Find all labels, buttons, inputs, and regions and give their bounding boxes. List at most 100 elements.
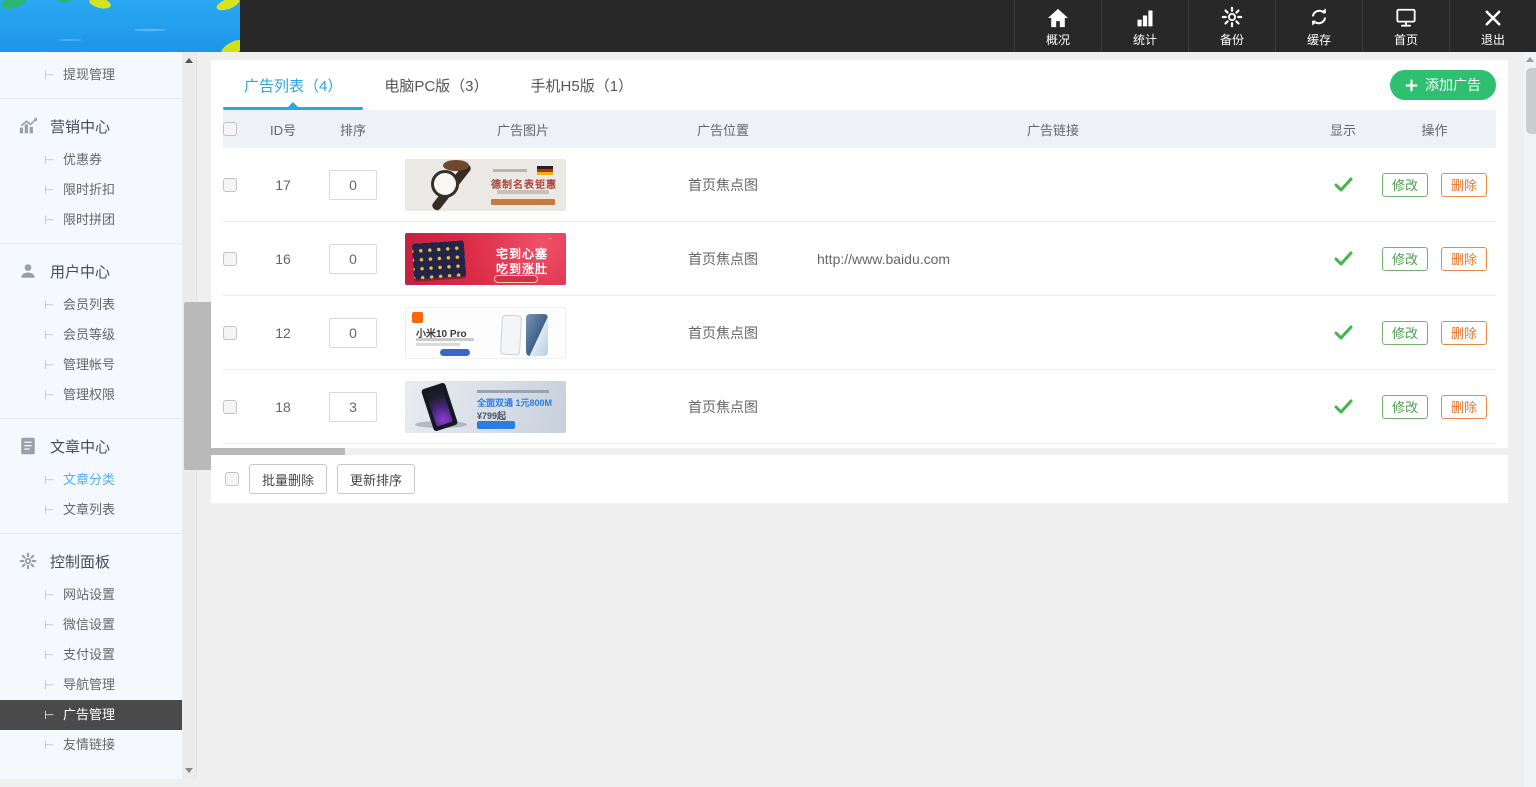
- topbar: 概况 统计 备份: [0, 0, 1536, 52]
- delete-button[interactable]: 删除: [1441, 395, 1487, 419]
- tab-h5-version[interactable]: 手机H5版（1）: [510, 60, 655, 110]
- edit-button[interactable]: 修改: [1382, 173, 1428, 197]
- row-checkbox[interactable]: [223, 252, 237, 266]
- batch-select-checkbox[interactable]: [225, 472, 239, 486]
- branch-icon: [44, 465, 54, 495]
- delete-button[interactable]: 删除: [1441, 247, 1487, 271]
- table-row: 12 小米10 Pro 首页焦点图: [223, 296, 1496, 370]
- branch-icon: [44, 175, 54, 205]
- sidebar-section-marketing[interactable]: 营销中心: [0, 109, 182, 143]
- column-header-ops: 操作: [1373, 120, 1496, 139]
- select-all-checkbox[interactable]: [223, 122, 237, 136]
- sidebar-nav: 提现管理 营销中心: [0, 52, 182, 779]
- sidebar-item-friend-links[interactable]: 友情链接: [0, 730, 182, 760]
- sidebar-item-article-list[interactable]: 文章列表: [0, 495, 182, 525]
- tab-ad-list[interactable]: 广告列表（4）: [223, 60, 363, 110]
- sidebar-item-label: 优惠券: [63, 152, 102, 167]
- sidebar-section-label: 文章中心: [50, 436, 110, 457]
- topnav-label: 概况: [1046, 31, 1070, 48]
- sidebar-item-label: 网站设置: [63, 587, 115, 602]
- refresh-icon: [1308, 4, 1330, 28]
- sidebar-section-control-panel[interactable]: 控制面板: [0, 544, 182, 578]
- check-icon: [1334, 251, 1353, 266]
- edit-button[interactable]: 修改: [1382, 321, 1428, 345]
- branch-icon: [44, 700, 54, 730]
- sidebar-item-label: 提现管理: [63, 67, 115, 82]
- topnav-homepage[interactable]: 首页: [1362, 0, 1449, 52]
- tab-pc-version[interactable]: 电脑PC版（3）: [363, 60, 509, 110]
- sidebar-item-group-buy[interactable]: 限时拼团: [0, 205, 182, 235]
- topnav-overview[interactable]: 概况: [1014, 0, 1101, 52]
- branch-icon: [44, 205, 54, 235]
- sidebar-item-member-level[interactable]: 会员等级: [0, 320, 182, 350]
- page-scrollbar[interactable]: [1524, 52, 1536, 787]
- sidebar-item-wechat-settings[interactable]: 微信设置: [0, 610, 182, 640]
- mi10-ad-thumbnail: 小米10 Pro: [405, 307, 566, 359]
- sidebar-item-coupon[interactable]: 优惠券: [0, 145, 182, 175]
- stats-icon: [1135, 4, 1155, 28]
- branch-icon: [44, 580, 54, 610]
- sidebar-item-nav-manage[interactable]: 导航管理: [0, 670, 182, 700]
- sort-input[interactable]: [329, 392, 377, 422]
- sidebar-item-member-list[interactable]: 会员列表: [0, 290, 182, 320]
- ad-list-card: 广告列表（4） 电脑PC版（3） 手机H5版（1） 添加广告 ID号 排序 广告…: [211, 60, 1508, 448]
- ad-link: http://www.baidu.com: [793, 251, 1313, 267]
- sidebar-item-flash-discount[interactable]: 限时折扣: [0, 175, 182, 205]
- sort-input[interactable]: [329, 318, 377, 348]
- sidebar-item-label: 限时拼团: [63, 212, 115, 227]
- batch-actions-card: 批量删除 更新排序: [211, 455, 1508, 503]
- delete-button[interactable]: 删除: [1441, 173, 1487, 197]
- sidebar-item-label: 导航管理: [63, 677, 115, 692]
- table-row: 17 德制名表钜惠 首页焦点图: [223, 148, 1496, 222]
- scroll-up-arrow-icon[interactable]: [1526, 57, 1534, 62]
- sort-input[interactable]: [329, 170, 377, 200]
- row-checkbox[interactable]: [223, 178, 237, 192]
- edit-button[interactable]: 修改: [1382, 395, 1428, 419]
- sidebar-item-site-settings[interactable]: 网站设置: [0, 580, 182, 610]
- sidebar-section-user-center[interactable]: 用户中心: [0, 254, 182, 288]
- row-checkbox[interactable]: [223, 400, 237, 414]
- delete-button[interactable]: 删除: [1441, 321, 1487, 345]
- row-checkbox[interactable]: [223, 326, 237, 340]
- topnav-logout[interactable]: 退出: [1449, 0, 1536, 52]
- branch-icon: [44, 730, 54, 760]
- sidebar-item-label: 管理帐号: [63, 357, 115, 372]
- topnav-backup[interactable]: 备份: [1188, 0, 1275, 52]
- update-sort-button[interactable]: 更新排序: [337, 464, 415, 494]
- column-header-sort: 排序: [313, 120, 393, 139]
- sidebar-item-payment-settings[interactable]: 支付设置: [0, 640, 182, 670]
- branch-icon: [44, 145, 54, 175]
- sidebar-item-label: 管理权限: [63, 387, 115, 402]
- sidebar: 提现管理 营销中心: [0, 52, 197, 779]
- sidebar-scrollbar[interactable]: [182, 52, 196, 779]
- edit-button[interactable]: 修改: [1382, 247, 1428, 271]
- ad-position: 首页焦点图: [653, 397, 793, 417]
- add-ad-button[interactable]: 添加广告: [1390, 70, 1496, 100]
- sidebar-item-ad-manage[interactable]: 广告管理: [0, 700, 182, 730]
- column-header-id: ID号: [253, 120, 313, 139]
- sidebar-item-withdraw-manage[interactable]: 提现管理: [0, 60, 182, 90]
- topnav-label: 退出: [1481, 31, 1505, 48]
- branch-icon: [44, 670, 54, 700]
- batch-delete-button[interactable]: 批量删除: [249, 464, 327, 494]
- sidebar-item-label: 微信设置: [63, 617, 115, 632]
- close-icon: [1483, 4, 1503, 28]
- sidebar-item-label: 友情链接: [63, 737, 115, 752]
- sidebar-item-manage-permission[interactable]: 管理权限: [0, 380, 182, 410]
- check-icon: [1334, 399, 1353, 414]
- main-content: 广告列表（4） 电脑PC版（3） 手机H5版（1） 添加广告 ID号 排序 广告…: [198, 52, 1524, 787]
- topnav-stats[interactable]: 统计: [1101, 0, 1188, 52]
- gear-icon: [18, 551, 38, 571]
- scroll-up-arrow-icon[interactable]: [185, 58, 193, 63]
- sidebar-item-label: 会员列表: [63, 297, 115, 312]
- sidebar-section-article-center[interactable]: 文章中心: [0, 429, 182, 463]
- topnav: 概况 统计 备份: [1014, 0, 1536, 52]
- gear-icon: [1221, 4, 1243, 28]
- sidebar-item-article-category[interactable]: 文章分类: [0, 465, 182, 495]
- banner-leaves-decoration: [0, 0, 240, 52]
- sidebar-item-manage-account[interactable]: 管理帐号: [0, 350, 182, 380]
- scroll-down-arrow-icon[interactable]: [185, 768, 193, 773]
- page-scrollbar-thumb[interactable]: [1526, 68, 1536, 134]
- sort-input[interactable]: [329, 244, 377, 274]
- topnav-cache[interactable]: 缓存: [1275, 0, 1362, 52]
